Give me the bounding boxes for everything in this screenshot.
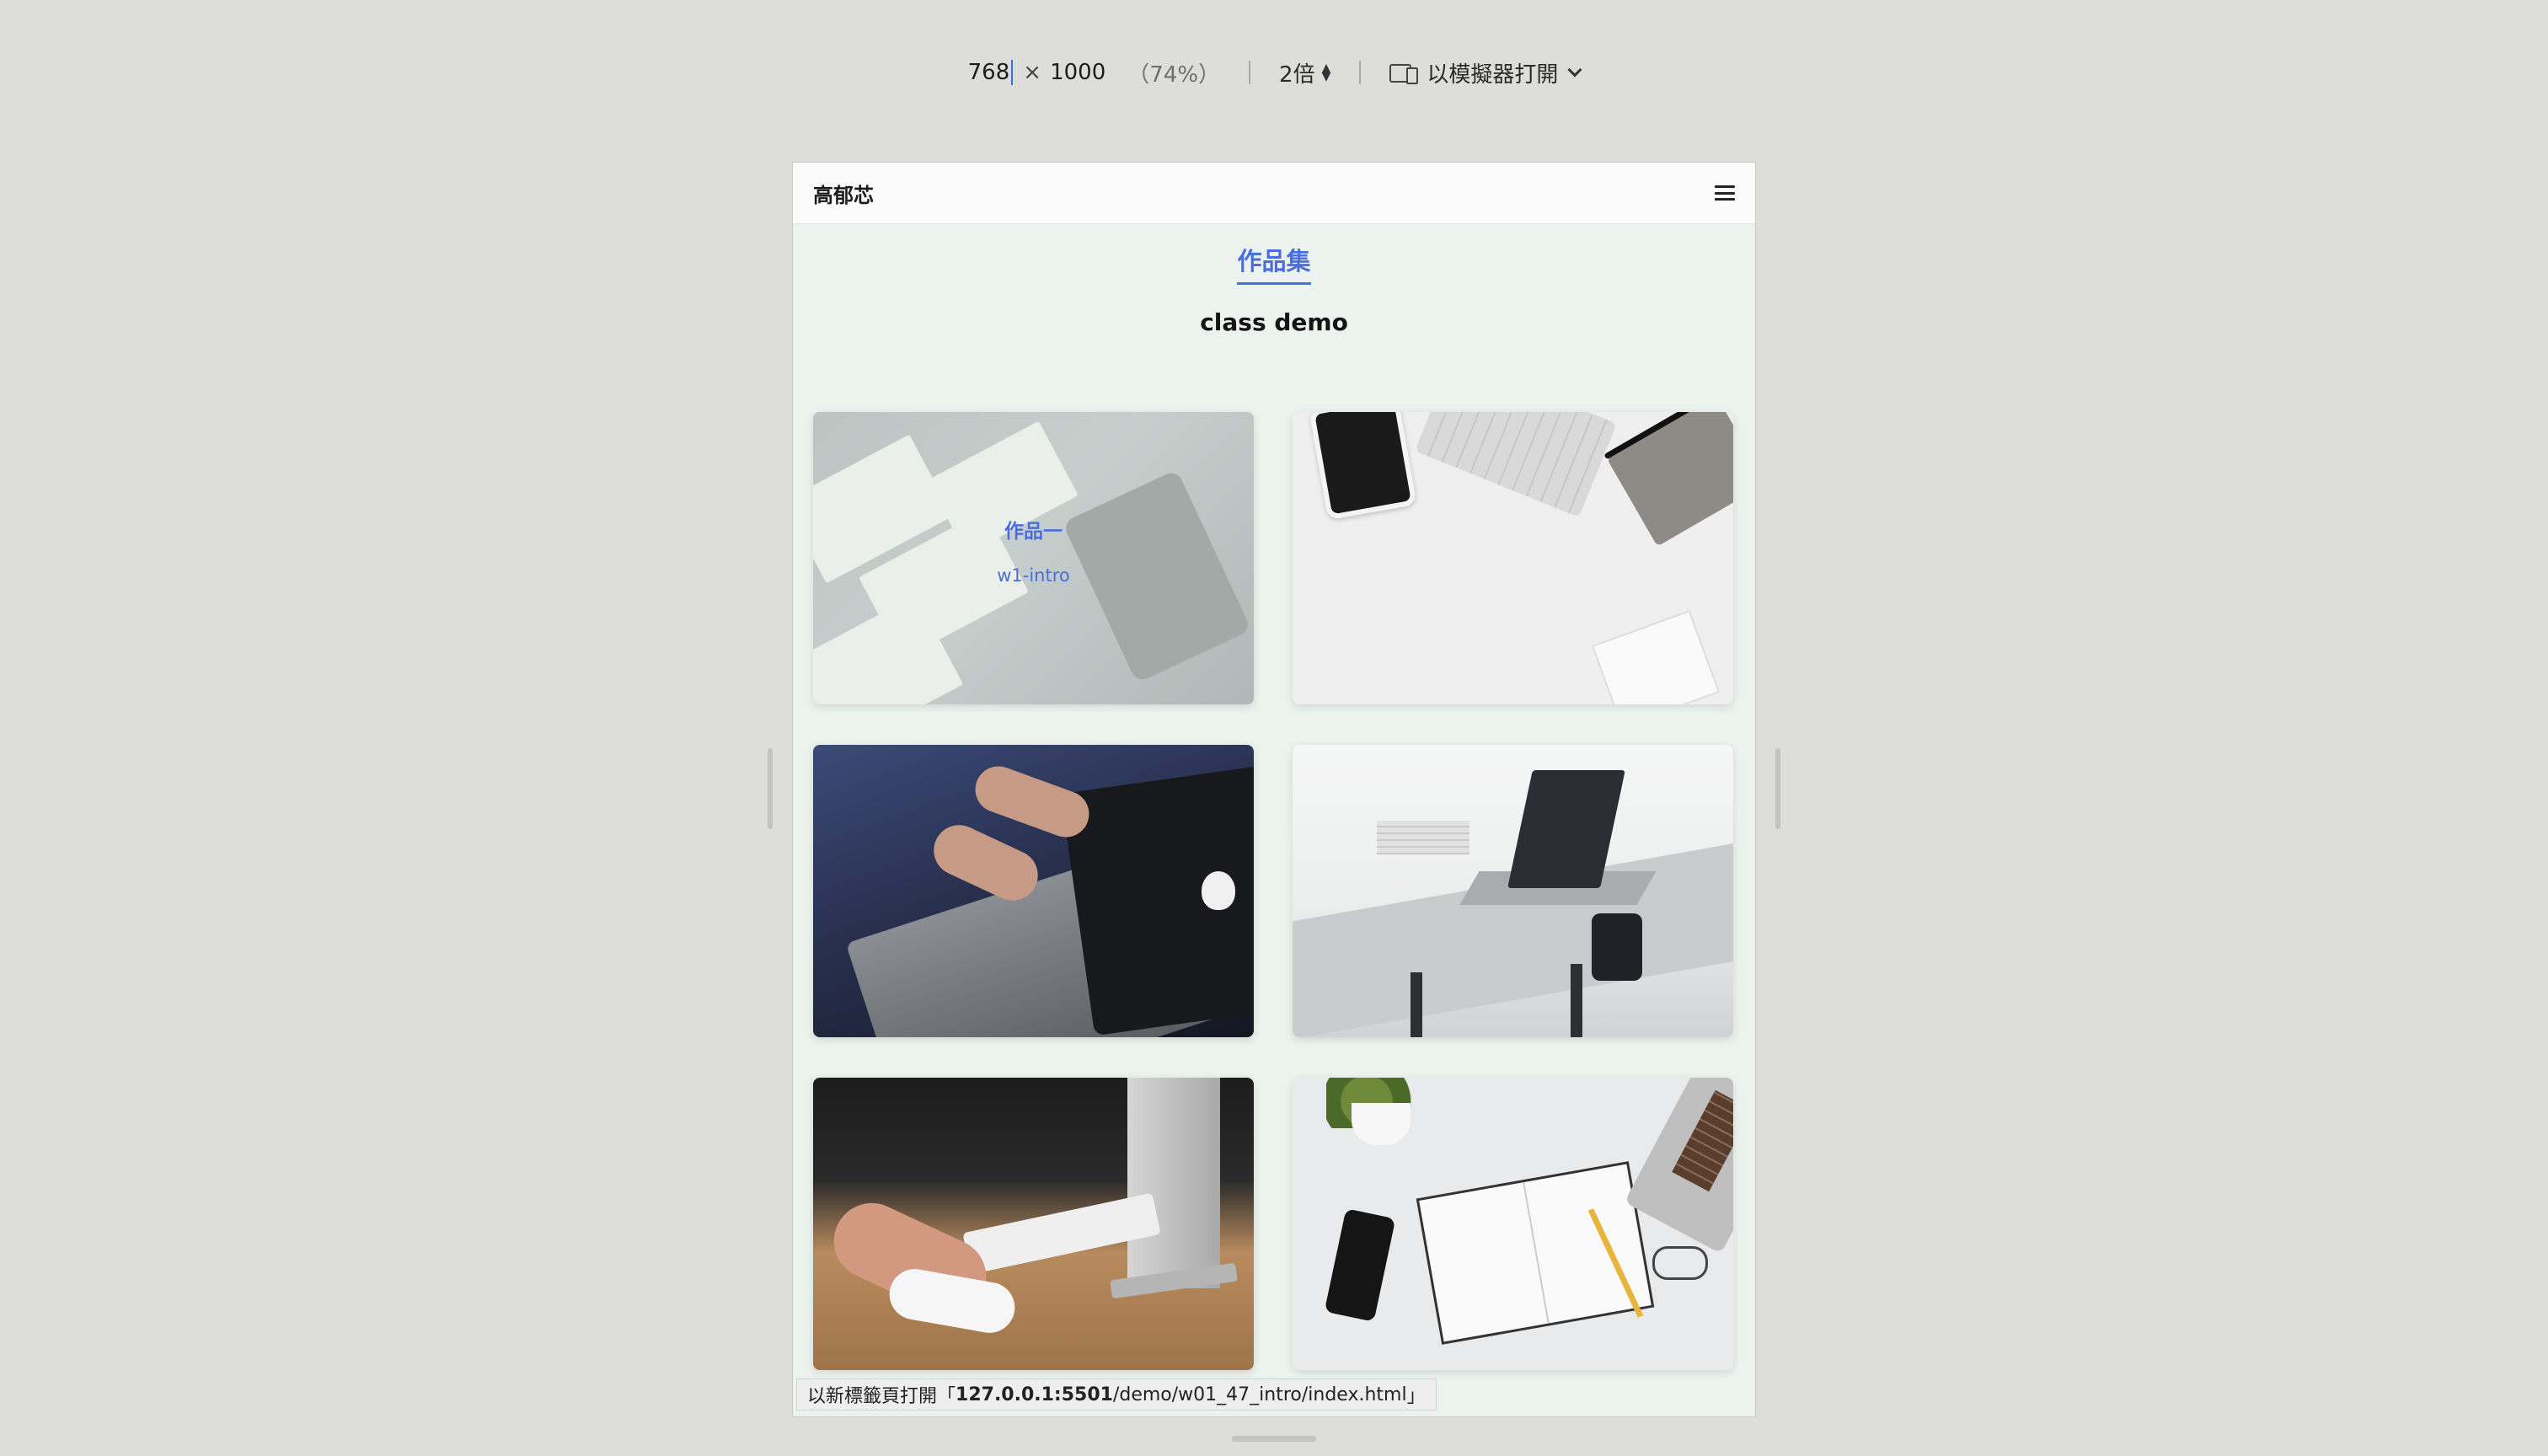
responsive-toolbar: 768 × 1000 （74%） 2倍 ▲ ▼ 以模擬器打開 bbox=[0, 49, 2548, 96]
status-path: /demo/w01_47_intro/index.html bbox=[1112, 1384, 1407, 1405]
resize-handle-left[interactable] bbox=[768, 748, 773, 829]
portfolio-card[interactable]: 作品一 w1-intro bbox=[813, 412, 1254, 704]
scale-value: 2倍 bbox=[1279, 62, 1315, 88]
portfolio-grid: 作品一 w1-intro bbox=[813, 412, 1735, 1370]
section-subtitle: class demo bbox=[1200, 308, 1348, 336]
card-image bbox=[1293, 745, 1733, 1037]
card-image bbox=[1293, 1078, 1733, 1370]
text-cursor bbox=[1011, 60, 1014, 85]
card-image bbox=[813, 745, 1254, 1037]
card-hover-overlay: 作品一 w1-intro bbox=[813, 412, 1254, 704]
hamburger-menu-icon[interactable] bbox=[1715, 185, 1735, 201]
site-navbar: 高郁芯 bbox=[793, 163, 1755, 223]
resize-handle-bottom[interactable] bbox=[1232, 1436, 1316, 1442]
card-link[interactable]: w1-intro bbox=[997, 565, 1070, 586]
scale-select[interactable]: 2倍 ▲ ▼ bbox=[1279, 57, 1330, 88]
section-title: 作品集 bbox=[793, 242, 1755, 285]
link-status-bar: 以新標籤頁打開「 127.0.0.1:5501 /demo/w01_47_int… bbox=[796, 1378, 1437, 1410]
dimensions-group: 768 × 1000 （74%） bbox=[968, 57, 1220, 88]
width-input[interactable]: 768 bbox=[968, 60, 1010, 85]
portfolio-heading: 作品集 bbox=[1237, 242, 1311, 285]
status-suffix: 」 bbox=[1406, 1386, 1426, 1407]
up-down-stepper-icon: ▲ ▼ bbox=[1321, 62, 1331, 83]
toolbar-divider bbox=[1359, 61, 1362, 84]
chevron-down-icon bbox=[1567, 62, 1582, 78]
portfolio-card[interactable] bbox=[813, 745, 1254, 1037]
zoom-percent: （74%） bbox=[1127, 62, 1221, 88]
portfolio-card[interactable] bbox=[1293, 1078, 1733, 1370]
height-input[interactable]: 1000 bbox=[1050, 60, 1105, 85]
dimension-separator: × bbox=[1023, 60, 1042, 85]
emulator-label: 以模擬器打開 bbox=[1427, 62, 1559, 88]
device-emulator-icon bbox=[1389, 62, 1419, 84]
status-prefix: 以新標籤頁打開「 bbox=[807, 1386, 956, 1407]
toolbar-divider bbox=[1249, 61, 1251, 84]
open-in-emulator-button[interactable]: 以模擬器打開 bbox=[1389, 57, 1582, 88]
site-brand[interactable]: 高郁芯 bbox=[813, 179, 874, 208]
card-title: 作品一 bbox=[1004, 520, 1063, 543]
device-viewport: 高郁芯 作品集 class demo 作品一 w1-intro bbox=[793, 163, 1755, 1416]
portfolio-card[interactable] bbox=[1293, 412, 1733, 704]
portfolio-card[interactable] bbox=[813, 1078, 1254, 1370]
portfolio-card[interactable] bbox=[1293, 745, 1733, 1037]
card-image bbox=[1293, 412, 1733, 704]
status-host: 127.0.0.1:5501 bbox=[956, 1384, 1113, 1405]
card-image bbox=[813, 1078, 1254, 1370]
resize-handle-right[interactable] bbox=[1775, 748, 1780, 829]
